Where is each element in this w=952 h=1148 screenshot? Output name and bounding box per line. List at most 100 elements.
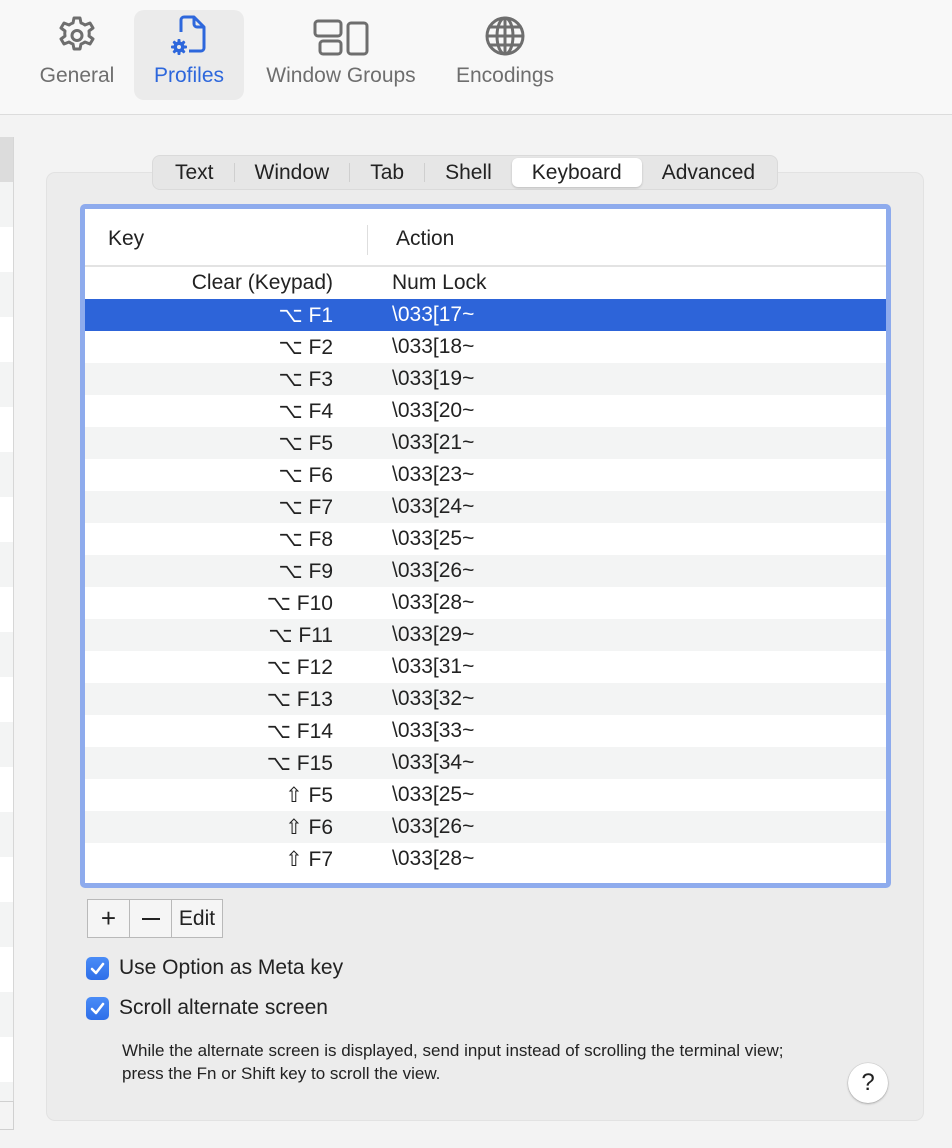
sidebar-row[interactable]	[0, 857, 13, 902]
sidebar-row[interactable]	[0, 407, 13, 452]
action-cell: \033[19~	[392, 367, 475, 390]
scroll-alternate-screen-checkbox[interactable]: Scroll alternate screen	[86, 995, 328, 1021]
column-header-action[interactable]: Action	[396, 227, 454, 251]
action-cell: \033[28~	[392, 847, 475, 870]
table-row[interactable]: ⇧ F7 \033[28~	[85, 843, 886, 875]
table-row[interactable]: ⌥ F11 \033[29~	[85, 619, 886, 651]
key-cell: ⌥ F8	[278, 527, 333, 551]
tab-window[interactable]: Window	[235, 158, 350, 187]
action-cell: Num Lock	[392, 271, 487, 294]
table-row[interactable]: ⌥ F12 \033[31~	[85, 651, 886, 683]
table-header: Key Action	[85, 209, 886, 267]
sidebar-row[interactable]	[0, 902, 13, 947]
table-row[interactable]: ⌥ F13 \033[32~	[85, 683, 886, 715]
sidebar-row[interactable]	[0, 677, 13, 722]
table-row[interactable]: ⌥ F2 \033[18~	[85, 331, 886, 363]
table-row[interactable]: ⇧ F5 \033[25~	[85, 779, 886, 811]
use-option-as-meta-checkbox[interactable]: Use Option as Meta key	[86, 955, 343, 981]
key-cell: ⌥ F14	[266, 719, 333, 743]
key-cell: ⌥ F5	[278, 431, 333, 455]
key-bindings-table[interactable]: Key Action Clear (Keypad) Num Lock ⌥ F1 \03…	[80, 204, 891, 888]
add-key-binding-button[interactable]: +	[88, 900, 129, 937]
key-cell: ⌥ F2	[278, 335, 333, 359]
sidebar-row[interactable]	[0, 812, 13, 857]
column-divider[interactable]	[367, 225, 368, 255]
key-cell: ⇧ F7	[285, 847, 333, 871]
table-row[interactable]: Clear (Keypad) Num Lock	[85, 267, 886, 299]
sidebar-row[interactable]	[0, 317, 13, 362]
sidebar-row[interactable]	[0, 632, 13, 677]
action-cell: \033[28~	[392, 591, 475, 614]
tab-keyboard[interactable]: Keyboard	[511, 158, 642, 187]
toolbar-item-profiles[interactable]: Profiles	[134, 10, 244, 100]
profiles-sidebar-list[interactable]	[0, 137, 14, 1101]
sidebar-row[interactable]	[0, 182, 13, 227]
toolbar-item-encodings[interactable]: Encodings	[444, 10, 566, 100]
sidebar-row[interactable]	[0, 452, 13, 497]
help-button[interactable]: ?	[848, 1063, 888, 1103]
table-row[interactable]: ⌥ F7 \033[24~	[85, 491, 886, 523]
tab-text[interactable]: Text	[155, 158, 234, 187]
table-row[interactable]: ⌥ F4 \033[20~	[85, 395, 886, 427]
table-body: Clear (Keypad) Num Lock ⌥ F1 \033[17~ ⌥ F2 \0…	[85, 267, 886, 875]
sidebar-button-bar[interactable]	[0, 1101, 14, 1130]
sidebar-row[interactable]	[0, 1082, 13, 1101]
action-cell: \033[32~	[392, 687, 475, 710]
checkbox-checked[interactable]	[86, 996, 109, 1020]
minus-icon	[141, 917, 160, 920]
sidebar-row[interactable]	[0, 947, 13, 992]
table-row[interactable]: ⌥ F15 \033[34~	[85, 747, 886, 779]
table-row[interactable]: ⌥ F10 \033[28~	[85, 587, 886, 619]
table-row[interactable]: ⌥ F5 \033[21~	[85, 427, 886, 459]
table-row[interactable]: ⇧ F6 \033[26~	[85, 811, 886, 843]
sidebar-row[interactable]	[0, 1037, 13, 1082]
toolbar-item-general[interactable]: General	[28, 10, 126, 100]
column-header-key[interactable]: Key	[108, 227, 144, 251]
sidebar-row[interactable]	[0, 542, 13, 587]
profile-tabs: Text Window Tab Shell Keyboard Advanced	[152, 155, 779, 190]
table-row[interactable]: ⌥ F8 \033[25~	[85, 523, 886, 555]
toolbar-label: Profiles	[153, 64, 225, 87]
window-groups-icon	[312, 10, 370, 60]
globe-icon	[483, 10, 527, 60]
preferences-toolbar: General Profiles Window Groups Encodings	[0, 0, 952, 115]
action-cell: \033[31~	[392, 655, 475, 678]
action-cell: \033[25~	[392, 527, 475, 550]
table-row[interactable]: ⌥ F3 \033[19~	[85, 363, 886, 395]
checkbox-checked[interactable]	[86, 956, 109, 980]
checkmark-icon	[90, 1002, 105, 1014]
key-cell: ⌥ F4	[278, 399, 333, 423]
key-cell: ⌥ F9	[278, 559, 333, 583]
table-row[interactable]: ⌥ F9 \033[26~	[85, 555, 886, 587]
action-cell: \033[33~	[392, 719, 475, 742]
action-cell: \033[21~	[392, 431, 475, 454]
action-cell: \033[23~	[392, 463, 475, 486]
sidebar-row[interactable]	[0, 722, 13, 767]
table-row[interactable]: ⌥ F1 \033[17~	[85, 299, 886, 331]
key-cell: ⌥ F15	[266, 751, 333, 775]
sidebar-row[interactable]	[0, 362, 13, 407]
sidebar-row[interactable]	[0, 497, 13, 542]
tab-shell[interactable]: Shell	[425, 158, 512, 187]
sidebar-row[interactable]	[0, 767, 13, 812]
action-cell: \033[34~	[392, 751, 475, 774]
toolbar-item-window-groups[interactable]: Window Groups	[252, 10, 430, 100]
tab-advanced[interactable]: Advanced	[642, 158, 775, 187]
sidebar-row[interactable]	[0, 992, 13, 1037]
action-cell: \033[20~	[392, 399, 475, 422]
action-cell: \033[24~	[392, 495, 475, 518]
table-row[interactable]: ⌥ F14 \033[33~	[85, 715, 886, 747]
sidebar-row[interactable]	[0, 272, 13, 317]
key-cell: Clear (Keypad)	[191, 271, 333, 294]
sidebar-row[interactable]	[0, 137, 13, 182]
edit-key-binding-button[interactable]: Edit	[171, 900, 222, 937]
key-cell: ⇧ F5	[285, 783, 333, 807]
action-cell: \033[17~	[392, 303, 475, 326]
key-cell: ⌥ F7	[278, 495, 333, 519]
sidebar-row[interactable]	[0, 227, 13, 272]
checkbox-label: Use Option as Meta key	[119, 956, 344, 979]
sidebar-row[interactable]	[0, 587, 13, 632]
tab-tab[interactable]: Tab	[350, 158, 424, 187]
table-row[interactable]: ⌥ F6 \033[23~	[85, 459, 886, 491]
remove-key-binding-button[interactable]	[129, 900, 171, 937]
